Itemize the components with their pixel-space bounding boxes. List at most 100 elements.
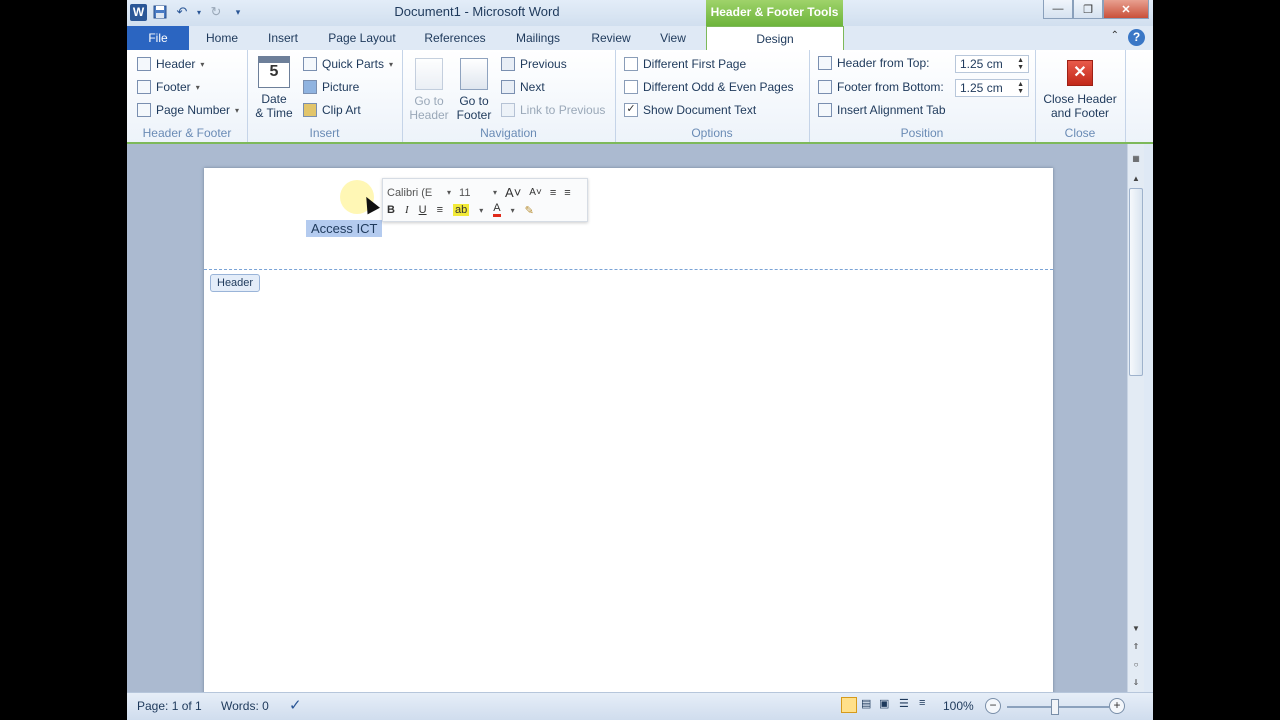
- previous-page-icon[interactable]: ⇑: [1129, 640, 1143, 654]
- close-header-footer-label-1: Close Header: [1043, 92, 1117, 106]
- minimize-icon[interactable]: —: [1043, 0, 1073, 19]
- next-icon: [501, 80, 515, 94]
- header-from-top-value[interactable]: 1.25 cm: [960, 57, 1003, 71]
- select-browse-object-icon[interactable]: ○: [1129, 658, 1143, 672]
- checkbox-unchecked[interactable]: [624, 80, 638, 94]
- page-number-button[interactable]: Page Number ▾: [137, 103, 239, 117]
- spin-arrows-icon[interactable]: ▲ ▼: [1017, 81, 1024, 95]
- chevron-down-icon[interactable]: ▾: [493, 188, 497, 197]
- bold-icon[interactable]: B: [387, 204, 395, 216]
- date-time-label-1: Date: [261, 92, 287, 106]
- header-text-selected[interactable]: Access ICT: [306, 220, 383, 237]
- different-odd-even-checkbox[interactable]: Different Odd & Even Pages: [624, 80, 794, 94]
- italic-icon[interactable]: I: [405, 204, 409, 216]
- tab-mailings[interactable]: Mailings: [507, 26, 569, 50]
- link-to-previous-button[interactable]: Link to Previous: [501, 103, 605, 117]
- ruler-toggle-icon[interactable]: ▦: [1129, 152, 1143, 166]
- print-layout-icon[interactable]: [841, 697, 857, 713]
- context-tab-title: Header & Footer Tools: [706, 0, 843, 26]
- underline-icon[interactable]: U: [419, 204, 427, 216]
- highlight-icon[interactable]: ab: [453, 204, 470, 216]
- zoom-out-icon[interactable]: −: [985, 698, 1001, 714]
- scroll-up-icon[interactable]: ▲: [1129, 172, 1143, 186]
- tab-design[interactable]: Design: [706, 26, 844, 52]
- decrease-indent-icon[interactable]: ≡: [550, 187, 556, 199]
- group-position: Header from Top: 1.25 cm ▲ ▼ Footer from …: [809, 50, 1036, 142]
- draft-icon[interactable]: ≡: [919, 697, 925, 709]
- different-first-page-checkbox[interactable]: Different First Page: [624, 57, 746, 71]
- format-painter-icon[interactable]: ✎: [525, 204, 534, 217]
- picture-button[interactable]: Picture: [303, 80, 359, 94]
- web-layout-icon[interactable]: ▣: [879, 697, 889, 710]
- proofing-icon[interactable]: ✓: [289, 696, 302, 714]
- go-to-header-button[interactable]: Go to Header: [408, 58, 450, 122]
- clip-art-button[interactable]: Clip Art: [303, 103, 361, 117]
- tab-file[interactable]: File: [127, 26, 189, 50]
- zoom-in-icon[interactable]: +: [1109, 698, 1125, 714]
- header-tag: Header: [210, 274, 261, 292]
- footer-from-bottom-value[interactable]: 1.25 cm: [960, 81, 1003, 95]
- header-from-top-stepper[interactable]: 1.25 cm ▲ ▼: [955, 55, 1029, 73]
- chevron-down-icon[interactable]: ▾: [511, 206, 515, 215]
- spin-arrows-icon[interactable]: ▲ ▼: [1017, 57, 1024, 71]
- quick-parts-button[interactable]: Quick Parts ▾: [303, 57, 393, 71]
- date-time-button[interactable]: 5 Date & Time: [253, 56, 295, 120]
- word-count[interactable]: Words: 0: [221, 699, 269, 713]
- footer-button[interactable]: Footer ▾: [137, 80, 200, 94]
- calendar-icon: 5: [258, 56, 290, 88]
- checkbox-unchecked[interactable]: [624, 57, 638, 71]
- minimize-ribbon-icon[interactable]: ⌃: [1111, 30, 1119, 41]
- go-to-header-icon: [415, 58, 443, 90]
- page-count[interactable]: Page: 1 of 1: [137, 699, 202, 713]
- outline-icon[interactable]: ☰: [899, 697, 909, 710]
- shrink-font-icon[interactable]: A˅: [529, 187, 542, 198]
- previous-button[interactable]: Previous: [501, 57, 567, 71]
- grow-font-icon[interactable]: A˅: [505, 185, 521, 200]
- header-from-top-row: Header from Top:: [818, 56, 930, 70]
- zoom-slider-thumb[interactable]: [1051, 699, 1059, 715]
- checkbox-checked-icon[interactable]: ✓: [624, 103, 638, 117]
- header-icon: [137, 57, 151, 71]
- tab-page-layout[interactable]: Page Layout: [323, 26, 401, 50]
- full-screen-reading-icon[interactable]: ▤: [861, 697, 871, 710]
- header-button-label: Header: [156, 57, 196, 71]
- tab-home[interactable]: Home: [197, 26, 247, 50]
- font-name-box[interactable]: Calibri (E: [387, 187, 439, 199]
- header-button[interactable]: Header ▾: [137, 57, 204, 71]
- close-window-icon[interactable]: ✕: [1103, 0, 1149, 19]
- header-from-top-label: Header from Top:: [837, 56, 930, 70]
- tab-references[interactable]: References: [417, 26, 493, 50]
- scroll-down-icon[interactable]: ▼: [1129, 622, 1143, 636]
- font-color-icon[interactable]: A: [493, 203, 501, 217]
- status-bar: Page: 1 of 1 Words: 0 ✓ ▤ ▣ ☰ ≡ 100% − +: [127, 692, 1153, 720]
- group-label-navigation: Navigation: [480, 126, 537, 140]
- go-to-footer-button[interactable]: Go to Footer: [452, 58, 496, 122]
- tab-view[interactable]: View: [651, 26, 695, 50]
- document-page[interactable]: Access ICT Header Calibri (E ▾ 11 ▾ A˅ A…: [204, 168, 1053, 692]
- next-page-icon[interactable]: ⇓: [1129, 676, 1143, 690]
- tab-insert[interactable]: Insert: [259, 26, 307, 50]
- title-bar: W ↶ ▾ ↻ ▾ Document1 - Microsoft Word Hea…: [127, 0, 1153, 26]
- font-size-box[interactable]: 11: [459, 187, 485, 199]
- help-icon[interactable]: ?: [1128, 29, 1145, 46]
- word-window: W ↶ ▾ ↻ ▾ Document1 - Microsoft Word Hea…: [127, 0, 1153, 720]
- chevron-down-icon[interactable]: ▾: [479, 206, 483, 215]
- footer-from-bottom-stepper[interactable]: 1.25 cm ▲ ▼: [955, 79, 1029, 97]
- center-align-icon[interactable]: ≡: [437, 204, 443, 216]
- next-button[interactable]: Next: [501, 80, 545, 94]
- increase-indent-icon[interactable]: ≡: [564, 187, 570, 199]
- tab-review[interactable]: Review: [585, 26, 637, 50]
- scroll-thumb[interactable]: [1129, 188, 1143, 376]
- vertical-scrollbar[interactable]: ▦ ▲ ▼ ⇑ ○ ⇓: [1127, 144, 1144, 692]
- chevron-down-icon[interactable]: ▾: [447, 188, 451, 197]
- restore-icon[interactable]: ❐: [1073, 0, 1103, 19]
- zoom-level[interactable]: 100%: [943, 699, 974, 713]
- chevron-down-icon: ▾: [195, 82, 200, 92]
- group-label-position: Position: [900, 126, 944, 140]
- footer-from-bottom-label: Footer from Bottom:: [837, 80, 944, 94]
- close-header-footer-button[interactable]: ✕ Close Header and Footer: [1035, 56, 1125, 120]
- chevron-down-icon: ▾: [235, 105, 240, 115]
- insert-alignment-tab-button[interactable]: Insert Alignment Tab: [818, 103, 946, 117]
- quick-parts-icon: [303, 57, 317, 71]
- show-document-text-checkbox[interactable]: ✓ Show Document Text: [624, 103, 756, 117]
